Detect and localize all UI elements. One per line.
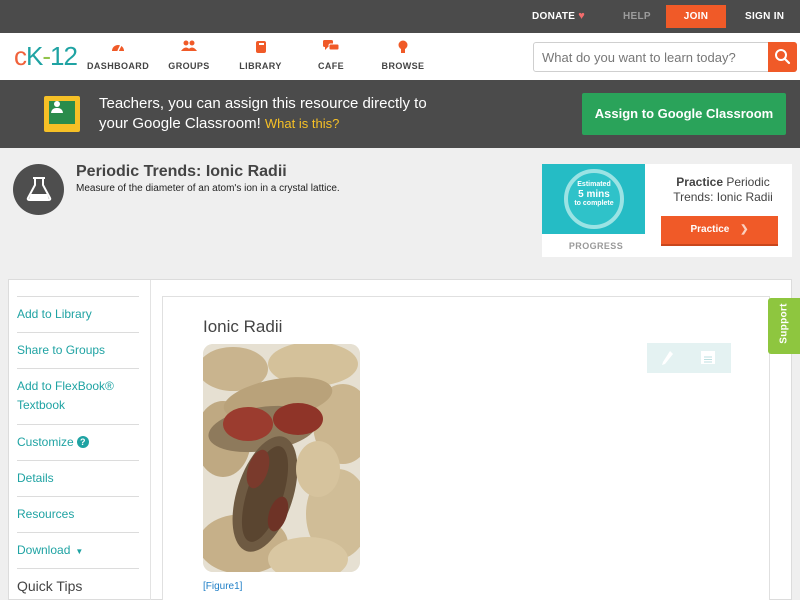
nav-groups-label: GROUPS (168, 61, 210, 71)
ck12-logo[interactable]: cK-12 (14, 41, 78, 71)
estimate-line-3: to complete (574, 200, 614, 207)
support-label: Support (778, 303, 790, 344)
article-title: Ionic Radii (203, 317, 283, 336)
content-area: Add to Library Share to Groups Add to Fl… (8, 279, 792, 600)
sidebar-quick-tips[interactable]: Quick Tips (17, 568, 139, 600)
chevron-right-icon: ❯ (740, 224, 749, 235)
lightbulb-icon (381, 40, 425, 56)
sidebar-item-label: Add to FlexBook® Textbook (17, 379, 114, 412)
book-icon (238, 40, 283, 56)
sidebar-download[interactable]: Download ▼ (17, 532, 139, 568)
search-icon (775, 49, 791, 65)
logo-dash: - (42, 41, 51, 71)
practice-button-label: Practice (690, 224, 730, 235)
figure-caption-link[interactable]: [Figure1] (203, 581, 242, 592)
chat-bubbles-icon (314, 40, 348, 56)
banner-message: Teachers, you can assign this resource d… (99, 94, 459, 134)
annotation-toolbar (647, 343, 731, 373)
chemistry-flask-icon (13, 164, 64, 215)
support-tab[interactable]: Support (768, 298, 800, 354)
page-title: Periodic Trends: Ionic Radii (76, 163, 287, 180)
people-icon (165, 40, 213, 56)
help-icon[interactable]: ? (76, 436, 89, 448)
logo-k: K (26, 41, 43, 71)
practice-title: Practice Periodic Trends: Ionic Radii (660, 175, 786, 205)
nav-browse[interactable]: BROWSE (381, 40, 425, 71)
peanuts-figure-image[interactable] (203, 344, 360, 572)
donate-label: DONATE (532, 11, 576, 22)
notes-icon[interactable] (701, 351, 715, 364)
nav-browse-label: BROWSE (381, 61, 425, 71)
sidebar-item-label: Details (17, 471, 54, 485)
logo-c: c (14, 41, 27, 71)
sidebar-share-to-groups[interactable]: Share to Groups (17, 332, 139, 368)
what-is-this-link[interactable]: What is this? (265, 116, 339, 131)
estimate-minutes: 5 mins (578, 189, 610, 200)
logo-number: 12 (50, 41, 78, 71)
nav-cafe-label: CAFE (317, 61, 345, 71)
nav-dashboard[interactable]: DASHBOARD (87, 40, 149, 71)
help-link[interactable]: HELP (623, 0, 651, 33)
nav-cafe[interactable]: CAFE (314, 40, 348, 71)
nav-library[interactable]: LIBRARY (238, 40, 283, 71)
practice-title-bold: Practice (676, 175, 723, 189)
nav-groups[interactable]: GROUPS (165, 40, 213, 71)
caret-down-icon: ▼ (75, 547, 84, 556)
search-input[interactable] (534, 43, 769, 71)
estimate-line-1: Estimated (577, 181, 611, 188)
search-button[interactable] (768, 42, 797, 72)
article-panel: Ionic Radii [Figure1] (162, 296, 770, 600)
search-box (533, 42, 797, 72)
banner-text: Teachers, you can assign this resource d… (99, 95, 427, 132)
sidebar-customize[interactable]: Customize? (17, 424, 139, 460)
sidebar-details[interactable]: Details (17, 460, 139, 496)
google-classroom-icon (44, 96, 80, 132)
resource-sidebar: Add to Library Share to Groups Add to Fl… (9, 280, 151, 600)
sidebar-item-label: Customize (17, 435, 74, 449)
google-classroom-banner: Teachers, you can assign this resource d… (0, 80, 800, 148)
heart-icon: ♥ (578, 10, 586, 22)
nav-library-label: LIBRARY (239, 61, 282, 71)
progress-label: PROGRESS (568, 241, 624, 251)
top-utility-bar: DONATE ♥ HELP JOIN SIGN IN (0, 0, 800, 33)
practice-card: Estimated 5 mins to complete PROGRESS Pr… (542, 164, 792, 257)
sidebar-item-label: Download (17, 543, 71, 557)
sidebar-item-label: Quick Tips (17, 578, 83, 594)
practice-button[interactable]: Practice ❯ (661, 216, 778, 244)
sign-in-link[interactable]: SIGN IN (745, 0, 784, 33)
join-button[interactable]: JOIN (666, 5, 726, 28)
practice-estimate-badge: Estimated 5 mins to complete (542, 164, 645, 234)
nav-dashboard-label: DASHBOARD (87, 61, 150, 71)
pencil-icon[interactable] (659, 349, 675, 367)
sidebar-add-to-flexbook[interactable]: Add to FlexBook® Textbook (17, 368, 139, 424)
sidebar-item-label: Share to Groups (17, 343, 106, 357)
sidebar-item-label: Resources (17, 507, 75, 521)
sidebar-resources[interactable]: Resources (17, 496, 139, 532)
sidebar-add-to-library[interactable]: Add to Library (17, 296, 139, 332)
page-subtitle: Measure of the diameter of an atom's ion… (76, 183, 340, 194)
sidebar-item-label: Add to Library (17, 307, 92, 321)
donate-link[interactable]: DONATE ♥ (532, 0, 585, 33)
speedometer-icon (87, 40, 149, 56)
assign-to-google-classroom-button[interactable]: Assign to Google Classroom (582, 93, 786, 135)
main-navigation: cK-12 DASHBOARD GROUPS LIBRARY CAFE BROW… (0, 33, 800, 80)
